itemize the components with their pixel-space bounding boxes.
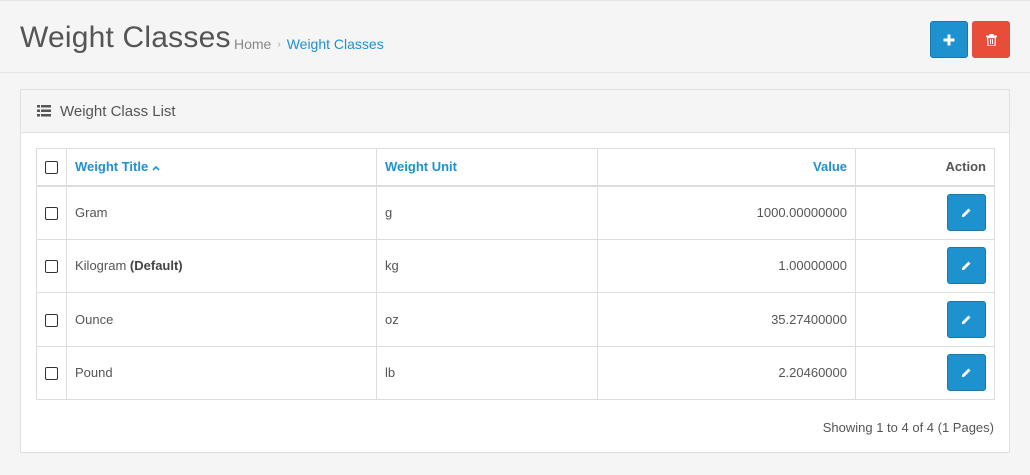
weight-unit-cell: oz	[376, 292, 598, 347]
sort-weight-unit-link[interactable]: Weight Unit	[385, 159, 457, 174]
default-label: (Default)	[129, 258, 183, 274]
list-icon	[37, 105, 51, 117]
header-actions	[930, 21, 1010, 58]
row-checkbox[interactable]	[45, 207, 58, 221]
row-checkbox[interactable]	[45, 367, 58, 381]
pencil-icon	[962, 208, 971, 217]
breadcrumb: Home › Weight Classes	[234, 36, 384, 52]
value-cell: 1000.00000000	[597, 185, 856, 240]
value-cell: 2.20460000	[597, 345, 856, 400]
table-row: Gram g 1000.00000000	[36, 185, 995, 240]
select-all-cell	[36, 148, 67, 187]
weight-title-cell: Ounce	[66, 292, 377, 347]
breadcrumb-separator-icon: ›	[277, 38, 281, 50]
sort-value-link[interactable]: Value	[813, 159, 847, 174]
column-weight-title: Weight Title	[66, 148, 377, 187]
weight-unit-cell: lb	[376, 345, 598, 400]
weight-title-cell: Kilogram (Default)	[66, 238, 377, 293]
weight-title-cell: Gram	[66, 185, 377, 240]
table-row: Kilogram (Default) kg 1.00000000	[36, 238, 995, 293]
page-title: Weight Classes	[20, 21, 231, 54]
column-action: Action	[855, 148, 995, 187]
table-row: Pound lb 2.20460000	[36, 345, 995, 400]
panel-heading: Weight Class List	[21, 90, 1009, 133]
edit-button[interactable]	[947, 300, 986, 338]
trash-icon	[985, 33, 997, 46]
pagination-summary: Showing 1 to 4 of 4 (1 Pages)	[822, 420, 994, 435]
select-all-checkbox[interactable]	[45, 161, 58, 175]
edit-button[interactable]	[947, 194, 986, 231]
row-checkbox[interactable]	[45, 260, 58, 274]
weight-class-table: Weight Title Weight Unit Value Action Gr…	[36, 148, 995, 400]
weight-title-cell: Pound	[66, 345, 377, 400]
table-header-row: Weight Title Weight Unit Value Action	[36, 148, 995, 187]
weight-class-panel: Weight Class List Weight Title Weight Un…	[20, 89, 1010, 453]
table-row: Ounce oz 35.27400000	[36, 292, 995, 347]
breadcrumb-home-link[interactable]: Home	[234, 36, 271, 52]
value-cell: 1.00000000	[597, 238, 856, 293]
breadcrumb-weight-classes-link[interactable]: Weight Classes	[287, 36, 384, 52]
weight-unit-cell: g	[376, 185, 598, 240]
weight-unit-cell: kg	[376, 238, 598, 293]
column-value: Value	[597, 148, 856, 187]
edit-button[interactable]	[947, 247, 986, 285]
pencil-icon	[962, 368, 971, 378]
row-checkbox[interactable]	[45, 313, 58, 327]
pencil-icon	[962, 315, 971, 324]
delete-button[interactable]	[972, 21, 1010, 58]
plus-icon	[943, 34, 955, 45]
add-button[interactable]	[930, 21, 968, 58]
edit-button[interactable]	[947, 354, 986, 392]
value-cell: 35.27400000	[597, 292, 856, 347]
page-header: Weight Classes Home › Weight Classes	[0, 0, 1030, 73]
chevron-up-icon	[152, 165, 160, 171]
panel-title: Weight Class List	[60, 102, 176, 120]
pencil-icon	[962, 261, 971, 271]
sort-weight-title-link[interactable]: Weight Title	[75, 159, 160, 174]
column-weight-unit: Weight Unit	[376, 148, 598, 187]
